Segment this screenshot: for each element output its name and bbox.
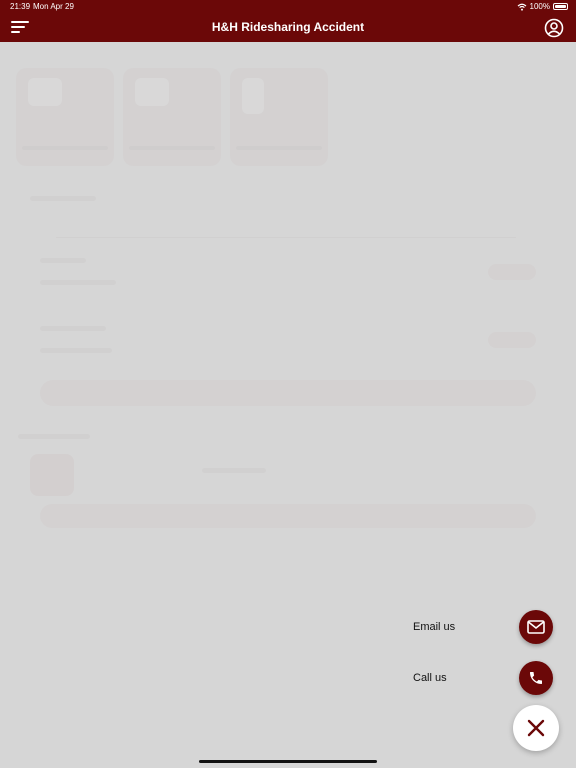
call-us-button[interactable] — [519, 661, 553, 695]
modal-overlay[interactable] — [0, 42, 576, 768]
status-right: 100% — [517, 2, 568, 11]
battery-icon — [553, 3, 568, 10]
phone-icon — [530, 672, 542, 684]
mail-icon — [527, 620, 545, 634]
close-fab-button[interactable] — [513, 705, 559, 751]
page-title: H&H Ridesharing Accident — [211, 20, 365, 34]
status-date: Mon Apr 29 — [33, 2, 74, 11]
email-us-label[interactable]: Email us — [413, 621, 455, 633]
call-us-label[interactable]: Call us — [413, 672, 447, 684]
profile-icon[interactable] — [544, 18, 564, 38]
close-icon — [527, 719, 545, 737]
battery-percent: 100% — [529, 2, 550, 11]
email-us-button[interactable] — [519, 610, 553, 644]
wifi-icon — [517, 3, 526, 11]
top-navbar: H&H Ridesharing Accident — [0, 14, 576, 42]
status-time: 21:39 — [10, 2, 31, 11]
status-bar: 21:39 Mon Apr 29 100% — [0, 0, 576, 14]
home-indicator — [199, 760, 377, 763]
